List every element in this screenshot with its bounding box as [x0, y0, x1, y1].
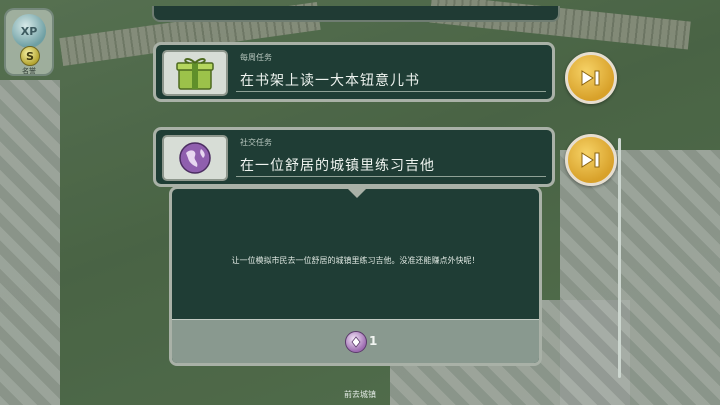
player-status-widget[interactable]: XP S 名誉	[4, 8, 54, 76]
divider	[236, 176, 546, 177]
quest-card-social[interactable]: 社交任务 在一位舒居的城镇里练习吉他	[153, 127, 555, 187]
quest-title: 在一位舒居的城镇里练习吉他	[240, 158, 435, 174]
xp-badge-icon: XP	[12, 14, 46, 48]
simoleon-label: 名誉	[22, 67, 36, 75]
globe-icon	[162, 135, 228, 181]
xp-label: XP	[20, 24, 38, 38]
quest-category: 社交任务	[240, 138, 272, 147]
gift-box-icon	[162, 50, 228, 96]
reward-strip: 1	[172, 319, 539, 363]
simoleon-coin-icon: S	[20, 46, 40, 66]
quest-title: 在书架上读一大本钮意儿书	[240, 73, 420, 89]
skip-forward-button-1[interactable]	[565, 52, 617, 104]
top-panel-edge	[152, 6, 560, 22]
reward-count: 1	[369, 334, 378, 348]
coin-symbol: S	[26, 49, 34, 63]
lifetime-point-icon	[345, 331, 367, 353]
quest-card-weekly[interactable]: 每周任务 在书架上读一大本钮意儿书	[153, 42, 555, 102]
detail-pointer	[348, 189, 366, 198]
quest-description: 让一位模拟市民去一位舒居的城镇里练习吉他。没准还能赚点外快呢！	[231, 256, 480, 265]
go-to-town-label[interactable]: 前去城镇	[0, 389, 720, 400]
skip-forward-icon	[581, 70, 600, 86]
divider	[236, 91, 546, 92]
quest-detail-panel: 让一位模拟市民去一位舒居的城镇里练习吉他。没准还能赚点外快呢！ 1	[169, 186, 542, 366]
quest-category: 每周任务	[240, 53, 272, 62]
scrollbar[interactable]	[618, 138, 621, 378]
skip-forward-icon	[581, 152, 600, 168]
skip-forward-button-2[interactable]	[565, 134, 617, 186]
